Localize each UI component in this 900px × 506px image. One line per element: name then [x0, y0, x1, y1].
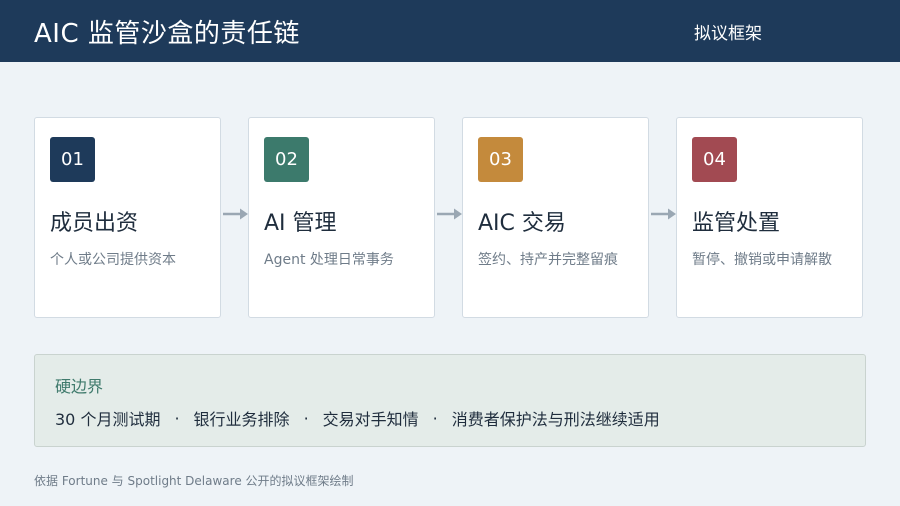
step-number-badge: 04 [692, 137, 737, 182]
boundary-title: 硬边界 [55, 377, 104, 396]
step-description: 签约、持产并完整留痕 [478, 252, 618, 268]
responsibility-chain: 01 成员出资 个人或公司提供资本 02 AI 管理 Agent 处理日常事务 … [34, 117, 865, 318]
step-number-badge: 01 [50, 137, 95, 182]
step-card-4: 04 监管处置 暂停、撤销或申请解散 [651, 117, 863, 318]
step-number-badge: 02 [264, 137, 309, 182]
arrow-right-icon [651, 208, 676, 220]
step-description: Agent 处理日常事务 [264, 252, 394, 268]
boundary-item: 银行业务排除 [193, 410, 290, 429]
hard-boundary-panel: 硬边界 30 个月测试期 · 银行业务排除 · 交易对手知情 · 消费者保护法与… [34, 354, 866, 447]
step-description: 个人或公司提供资本 [50, 252, 176, 268]
step-card-3: 03 AIC 交易 签约、持产并完整留痕 [437, 117, 649, 318]
step-title: AIC 交易 [478, 211, 566, 236]
header-bar: AIC 监管沙盒的责任链 拟议框架 [0, 0, 900, 62]
page-title: AIC 监管沙盒的责任链 [34, 18, 300, 49]
arrow-right-icon [437, 208, 462, 220]
step-title: 成员出资 [50, 211, 139, 236]
source-footnote: 依据 Fortune 与 Spotlight Delaware 公开的拟议框架绘… [34, 474, 354, 488]
step-description: 暂停、撤销或申请解散 [692, 252, 832, 268]
boundary-item: 消费者保护法与刑法继续适用 [451, 410, 660, 429]
step-title: 监管处置 [692, 211, 781, 236]
boundary-items: 30 个月测试期 · 银行业务排除 · 交易对手知情 · 消费者保护法与刑法继续… [55, 406, 845, 430]
header-tag: 拟议框架 [694, 23, 762, 44]
step-title: AI 管理 [264, 211, 337, 236]
separator-dot: · [174, 408, 180, 428]
separator-dot: · [303, 408, 309, 428]
separator-dot: · [432, 408, 438, 428]
arrow-right-icon [223, 208, 248, 220]
step-number-badge: 03 [478, 137, 523, 182]
step-card-2: 02 AI 管理 Agent 处理日常事务 [223, 117, 435, 318]
step-card-1: 01 成员出资 个人或公司提供资本 [34, 117, 221, 318]
boundary-item: 交易对手知情 [322, 410, 419, 429]
page: AIC 监管沙盒的责任链 拟议框架 01 成员出资 个人或公司提供资本 02 A… [0, 0, 900, 506]
boundary-item: 30 个月测试期 [55, 410, 161, 429]
